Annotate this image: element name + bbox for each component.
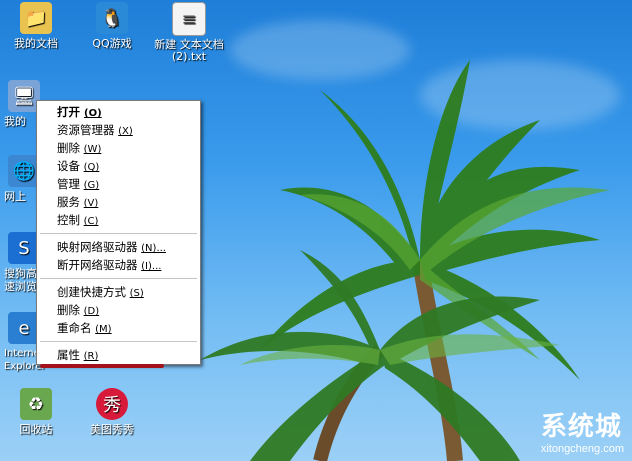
menu-item-manage[interactable]: 管理 (G) — [37, 175, 200, 193]
menu-item-rename[interactable]: 重命名 (M) — [37, 319, 200, 337]
text-file-icon: ≡ — [172, 2, 206, 36]
menu-separator — [40, 341, 197, 342]
meitu-icon: 秀 — [96, 388, 128, 420]
menu-item-disconnect-network-drive[interactable]: 断开网络驱动器 (I)... — [37, 256, 200, 274]
menu-item-device[interactable]: 设备 (Q) — [37, 157, 200, 175]
menu-item-open[interactable]: 打开 (O) — [37, 103, 200, 121]
menu-item-map-network-drive[interactable]: 映射网络驱动器 (N)... — [37, 238, 200, 256]
context-menu: 打开 (O) 资源管理器 (X) 删除 (W) 设备 (Q) 管理 (G) 服务… — [36, 100, 201, 365]
watermark: 系统城 xitongcheng.com — [541, 406, 624, 455]
menu-item-services[interactable]: 服务 (V) — [37, 193, 200, 211]
recycle-bin-icon: ♻ — [20, 388, 52, 420]
my-documents-icon: 📁 — [20, 2, 52, 34]
menu-separator — [40, 233, 197, 234]
qq-game-icon: 🐧 — [96, 2, 128, 34]
menu-item-delete[interactable]: 删除 (W) — [37, 139, 200, 157]
desktop-icon-my-documents[interactable]: 📁 我的文档 — [4, 2, 68, 50]
menu-item-explorer[interactable]: 资源管理器 (X) — [37, 121, 200, 139]
highlight-underline — [40, 364, 164, 368]
menu-item-delete-2[interactable]: 删除 (D) — [37, 301, 200, 319]
watermark-site: xitongcheng.com — [540, 443, 624, 455]
desktop-icon-qq-game[interactable]: 🐧 QQ游戏 — [80, 2, 144, 50]
menu-item-properties[interactable]: 属性 (R) — [37, 346, 200, 364]
desktop-icon-recycle-bin[interactable]: ♻ 回收站 — [4, 388, 68, 436]
desktop-icon-meitu[interactable]: 秀 美图秀秀 — [80, 388, 144, 436]
menu-item-control[interactable]: 控制 (C) — [37, 211, 200, 229]
menu-separator — [40, 278, 197, 279]
watermark-logo: 系统城 — [540, 411, 622, 441]
menu-item-create-shortcut[interactable]: 创建快捷方式 (S) — [37, 283, 200, 301]
desktop-icon-text-file[interactable]: ≡ 新建 文本文档 (2).txt — [154, 2, 224, 63]
